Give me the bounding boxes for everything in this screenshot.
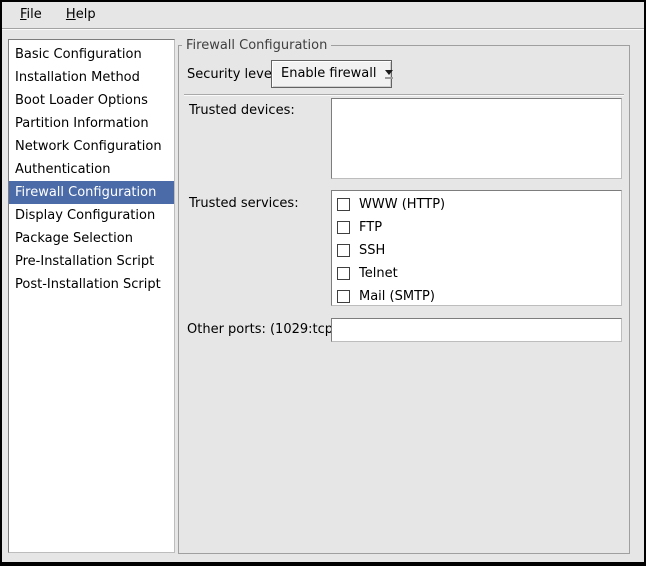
checkbox-mail-smtp[interactable] <box>337 290 350 303</box>
security-level-value: Enable firewall <box>272 61 385 87</box>
service-label-telnet: Telnet <box>359 266 398 281</box>
service-label-mail-smtp: Mail (SMTP) <box>359 289 435 304</box>
sidebar-item-partition-information[interactable]: Partition Information <box>9 112 174 135</box>
sidebar-item-display-configuration[interactable]: Display Configuration <box>9 204 174 227</box>
chevron-down-icon <box>385 61 393 87</box>
sidebar-item-network-configuration[interactable]: Network Configuration <box>9 135 174 158</box>
sidebar-item-package-selection[interactable]: Package Selection <box>9 227 174 250</box>
menubar: File Help <box>2 2 644 29</box>
checkbox-telnet[interactable] <box>337 267 350 280</box>
menu-file[interactable]: File <box>10 2 52 28</box>
horizontal-separator <box>184 94 624 96</box>
sidebar-item-basic-configuration[interactable]: Basic Configuration <box>9 43 174 66</box>
security-level-dropdown[interactable]: Enable firewall <box>271 60 392 88</box>
other-ports-label: Other ports: (1029:tcp) <box>187 318 338 342</box>
security-level-label: Security level: <box>187 61 280 88</box>
sidebar-item-post-installation-script[interactable]: Post-Installation Script <box>9 273 174 296</box>
menu-file-label: ile <box>27 7 42 22</box>
trusted-services-label: Trusted services: <box>189 196 299 211</box>
menu-help-label: elp <box>76 7 96 22</box>
trusted-services-list: WWW (HTTP) FTP SSH Telnet Mail (SMTP) <box>331 190 622 306</box>
other-ports-input[interactable] <box>331 318 622 342</box>
service-row-ssh[interactable]: SSH <box>332 239 621 262</box>
service-row-telnet[interactable]: Telnet <box>332 262 621 285</box>
checkbox-www-http[interactable] <box>337 198 350 211</box>
service-label-www-http: WWW (HTTP) <box>359 197 445 212</box>
frame-title: Firewall Configuration <box>182 37 331 54</box>
service-row-www-http[interactable]: WWW (HTTP) <box>332 193 621 216</box>
sidebar-item-pre-installation-script[interactable]: Pre-Installation Script <box>9 250 174 273</box>
section-list: Basic Configuration Installation Method … <box>8 39 175 553</box>
service-row-ftp[interactable]: FTP <box>332 216 621 239</box>
sidebar-item-installation-method[interactable]: Installation Method <box>9 66 174 89</box>
sidebar-item-firewall-configuration[interactable]: Firewall Configuration <box>9 181 174 204</box>
checkbox-ftp[interactable] <box>337 221 350 234</box>
firewall-configuration-frame: Firewall Configuration Security level: E… <box>178 45 630 554</box>
trusted-devices-list[interactable] <box>331 98 622 179</box>
service-label-ftp: FTP <box>359 220 382 235</box>
checkbox-ssh[interactable] <box>337 244 350 257</box>
sidebar-item-boot-loader-options[interactable]: Boot Loader Options <box>9 89 174 112</box>
trusted-devices-label: Trusted devices: <box>189 103 295 118</box>
sidebar-item-authentication[interactable]: Authentication <box>9 158 174 181</box>
service-label-ssh: SSH <box>359 243 385 258</box>
menu-help[interactable]: Help <box>56 2 106 28</box>
kickstart-configurator-window: File Help Basic Configuration Installati… <box>0 0 646 566</box>
menu-help-mnemonic: H <box>66 7 76 22</box>
service-row-mail-smtp[interactable]: Mail (SMTP) <box>332 285 621 306</box>
